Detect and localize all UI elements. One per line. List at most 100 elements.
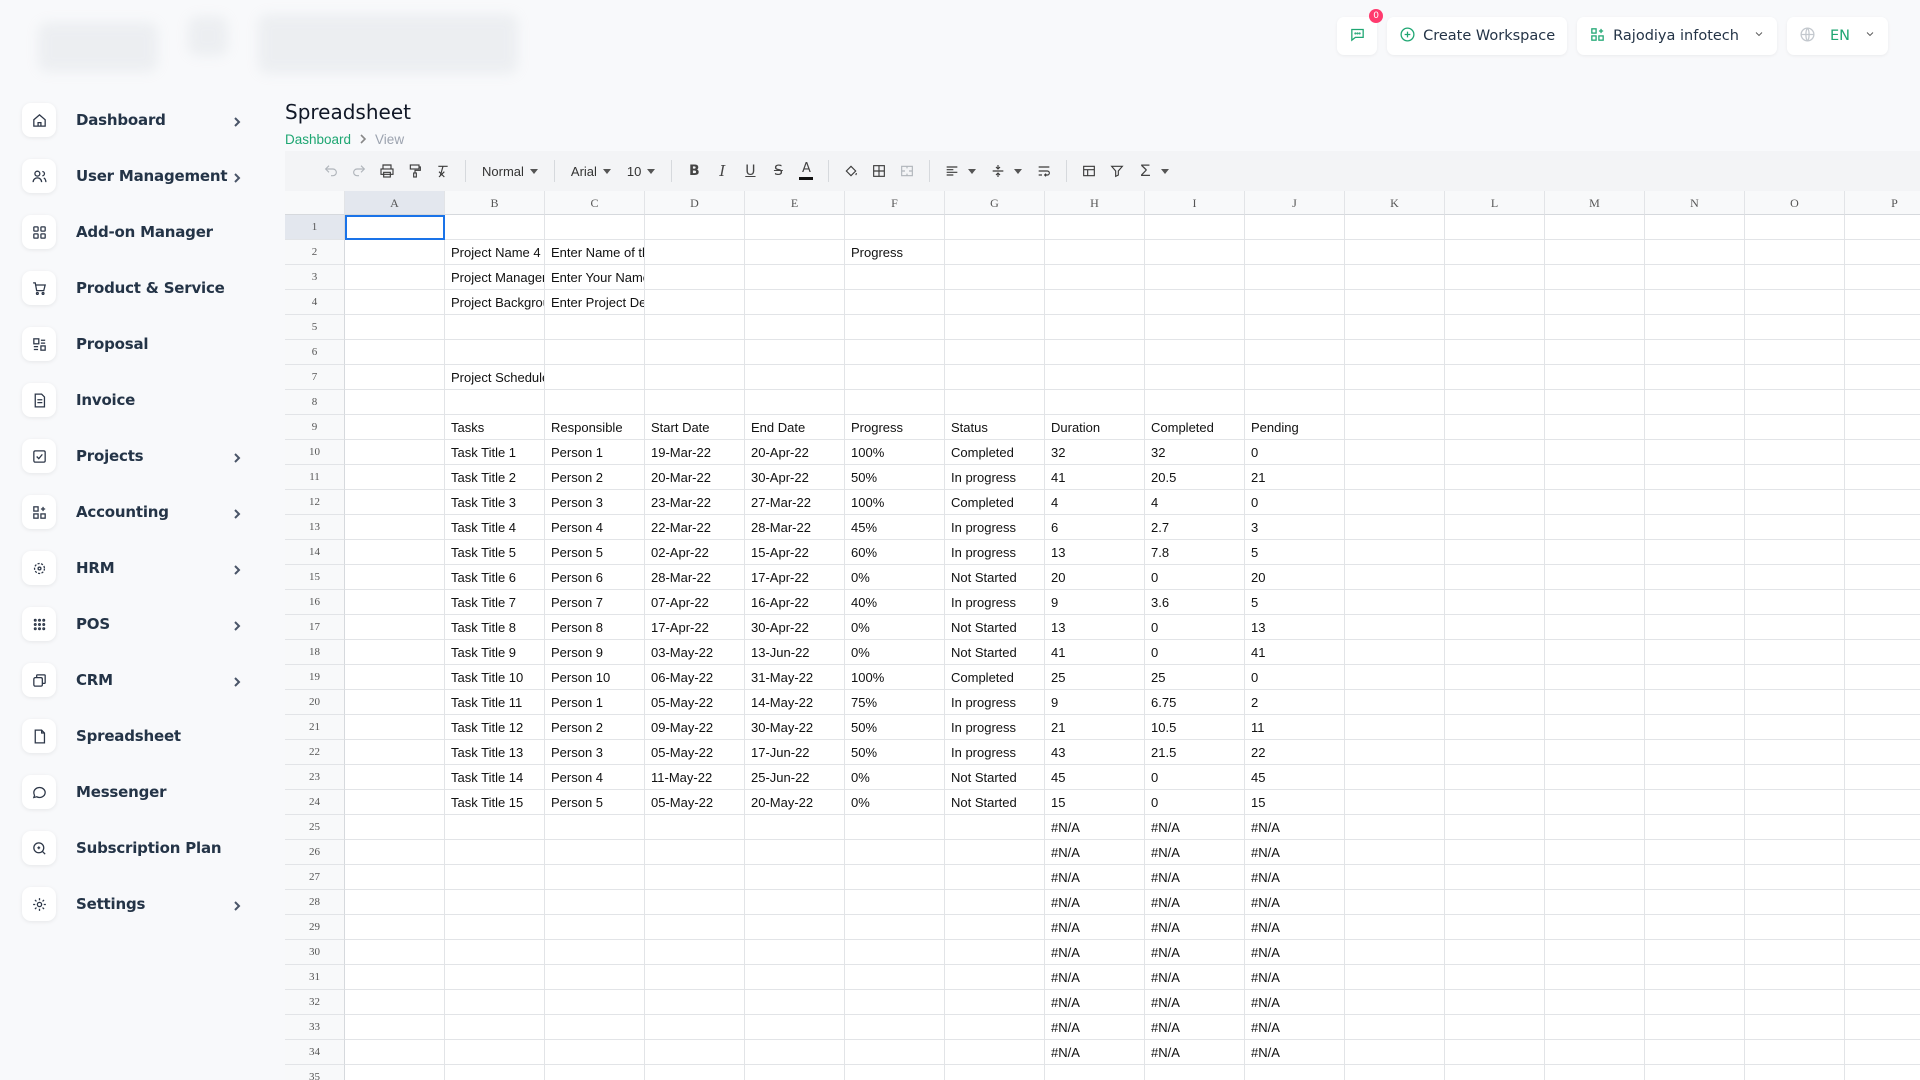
cell-e23[interactable]: 25-Jun-22 [745, 765, 845, 790]
cell-g9[interactable]: Status [945, 415, 1045, 440]
cell-m23[interactable] [1545, 765, 1645, 790]
cell-l22[interactable] [1445, 740, 1545, 765]
cell-g14[interactable]: In progress [945, 540, 1045, 565]
cell-n4[interactable] [1645, 290, 1745, 315]
clear-format-icon[interactable] [431, 159, 455, 183]
cell-b9[interactable]: Tasks [445, 415, 545, 440]
cell-j5[interactable] [1245, 315, 1345, 340]
row-header[interactable]: 32 [285, 990, 345, 1015]
cell-b6[interactable] [445, 340, 545, 365]
cell-l14[interactable] [1445, 540, 1545, 565]
column-header-m[interactable]: M [1545, 191, 1645, 215]
cell-o12[interactable] [1745, 490, 1845, 515]
column-header-l[interactable]: L [1445, 191, 1545, 215]
cell-j11[interactable]: 21 [1245, 465, 1345, 490]
cell-l34[interactable] [1445, 1040, 1545, 1065]
cell-e31[interactable] [745, 965, 845, 990]
cell-o32[interactable] [1745, 990, 1845, 1015]
cell-o34[interactable] [1745, 1040, 1845, 1065]
cell-m12[interactable] [1545, 490, 1645, 515]
cell-k34[interactable] [1345, 1040, 1445, 1065]
cell-a27[interactable] [345, 865, 445, 890]
cell-j4[interactable] [1245, 290, 1345, 315]
cell-b21[interactable]: Task Title 12 [445, 715, 545, 740]
cell-e2[interactable] [745, 240, 845, 265]
column-header-c[interactable]: C [545, 191, 645, 215]
cell-j15[interactable]: 20 [1245, 565, 1345, 590]
cell-f10[interactable]: 100% [845, 440, 945, 465]
cell-a11[interactable] [345, 465, 445, 490]
sidebar-item-projects[interactable]: Projects [22, 428, 242, 484]
cell-e3[interactable] [745, 265, 845, 290]
cell-l31[interactable] [1445, 965, 1545, 990]
cell-j28[interactable]: #N/A [1245, 890, 1345, 915]
cell-j8[interactable] [1245, 390, 1345, 415]
cell-n17[interactable] [1645, 615, 1745, 640]
cell-a14[interactable] [345, 540, 445, 565]
cell-c15[interactable]: Person 6 [545, 565, 645, 590]
paint-format-icon[interactable] [403, 159, 427, 183]
cell-m5[interactable] [1545, 315, 1645, 340]
cell-h2[interactable] [1045, 240, 1145, 265]
cell-p9[interactable] [1845, 415, 1920, 440]
row-header[interactable]: 13 [285, 515, 345, 540]
cell-f18[interactable]: 0% [845, 640, 945, 665]
cell-e7[interactable] [745, 365, 845, 390]
cell-o1[interactable] [1745, 215, 1845, 240]
cell-j30[interactable]: #N/A [1245, 940, 1345, 965]
cell-n1[interactable] [1645, 215, 1745, 240]
cell-f23[interactable]: 0% [845, 765, 945, 790]
cell-b33[interactable] [445, 1015, 545, 1040]
cell-a17[interactable] [345, 615, 445, 640]
cell-h26[interactable]: #N/A [1045, 840, 1145, 865]
cell-c14[interactable]: Person 5 [545, 540, 645, 565]
cell-k24[interactable] [1345, 790, 1445, 815]
cell-h8[interactable] [1045, 390, 1145, 415]
cell-o27[interactable] [1745, 865, 1845, 890]
cell-p24[interactable] [1845, 790, 1920, 815]
cell-d5[interactable] [645, 315, 745, 340]
cell-e17[interactable]: 30-Apr-22 [745, 615, 845, 640]
cell-l17[interactable] [1445, 615, 1545, 640]
cell-d22[interactable]: 05-May-22 [645, 740, 745, 765]
cell-n28[interactable] [1645, 890, 1745, 915]
row-header[interactable]: 1 [285, 215, 345, 240]
cell-f24[interactable]: 0% [845, 790, 945, 815]
cell-b28[interactable] [445, 890, 545, 915]
row-header[interactable]: 5 [285, 315, 345, 340]
cell-m18[interactable] [1545, 640, 1645, 665]
cell-e6[interactable] [745, 340, 845, 365]
cell-b20[interactable]: Task Title 11 [445, 690, 545, 715]
cell-k6[interactable] [1345, 340, 1445, 365]
cell-i33[interactable]: #N/A [1145, 1015, 1245, 1040]
cell-h3[interactable] [1045, 265, 1145, 290]
cell-o5[interactable] [1745, 315, 1845, 340]
sidebar-item-messenger[interactable]: Messenger [22, 764, 242, 820]
row-header[interactable]: 4 [285, 290, 345, 315]
cell-b10[interactable]: Task Title 1 [445, 440, 545, 465]
cell-b29[interactable] [445, 915, 545, 940]
sidebar-item-user-management[interactable]: User Management [22, 148, 242, 204]
cell-f8[interactable] [845, 390, 945, 415]
cell-f7[interactable] [845, 365, 945, 390]
cell-j1[interactable] [1245, 215, 1345, 240]
cell-n8[interactable] [1645, 390, 1745, 415]
fill-color-icon[interactable] [839, 159, 863, 183]
cell-c6[interactable] [545, 340, 645, 365]
cell-h30[interactable]: #N/A [1045, 940, 1145, 965]
cell-j3[interactable] [1245, 265, 1345, 290]
cell-b3[interactable]: Project Manager [445, 265, 545, 290]
cell-k30[interactable] [1345, 940, 1445, 965]
cell-i1[interactable] [1145, 215, 1245, 240]
cell-d35[interactable] [645, 1065, 745, 1080]
cell-b27[interactable] [445, 865, 545, 890]
cell-n13[interactable] [1645, 515, 1745, 540]
cell-g4[interactable] [945, 290, 1045, 315]
cell-a9[interactable] [345, 415, 445, 440]
cell-h29[interactable]: #N/A [1045, 915, 1145, 940]
column-header-p[interactable]: P [1845, 191, 1920, 215]
cell-f21[interactable]: 50% [845, 715, 945, 740]
cell-m19[interactable] [1545, 665, 1645, 690]
cell-l2[interactable] [1445, 240, 1545, 265]
cell-d28[interactable] [645, 890, 745, 915]
